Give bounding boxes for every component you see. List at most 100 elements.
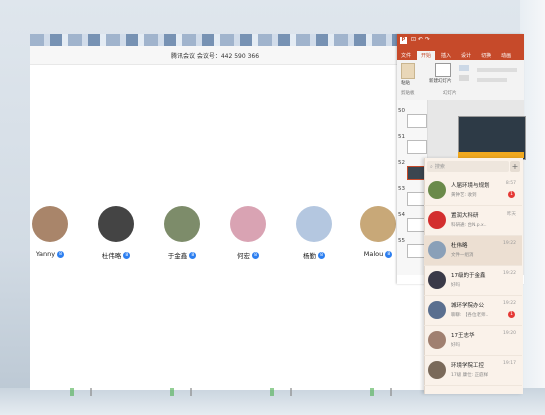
conversation-time: 8:57 xyxy=(505,181,516,186)
chat-search-placeholder: 搜索 xyxy=(434,164,445,170)
conversation-name: 置润大科研 xyxy=(451,213,479,219)
participant-name: Yanny xyxy=(35,250,56,258)
paste-icon[interactable] xyxy=(401,63,415,79)
conversation-name: 杜伟略 xyxy=(451,243,468,249)
conversation-time: 昨天 xyxy=(507,212,516,217)
participant-avatar xyxy=(360,206,396,242)
participant-name-row: 杜伟略 8 xyxy=(94,250,138,260)
conversation-avatar xyxy=(428,181,446,199)
participant-avatar xyxy=(32,206,68,242)
conversation-name: 城环学院办公 xyxy=(451,303,485,309)
participant-avatar xyxy=(98,206,134,242)
participant-name-row: Yanny 8 xyxy=(28,250,72,258)
participant-tile[interactable]: Malou 8 xyxy=(356,206,400,258)
participant-name: 杜伟略 xyxy=(101,252,122,260)
desktop-strip xyxy=(30,34,400,46)
participant-avatar xyxy=(296,206,332,242)
ribbon-tab[interactable]: 切换 xyxy=(477,51,495,60)
quick-access-icons[interactable]: ⊡ ↶ ↷ xyxy=(411,36,430,43)
conversation-name: 人届环境与规划 xyxy=(451,183,490,189)
conversation-preview: 聊聊: 【各位老师.. xyxy=(451,313,489,318)
participant-name-row: 杨勤 8 xyxy=(292,250,336,260)
participant-badge-icon: 8 xyxy=(318,251,325,259)
conversation-item[interactable]: 城环学院办公 聊聊: 【各位老师.. 19:22 1 xyxy=(424,296,522,326)
conversation-item[interactable]: 杜伟略文件一组消 19:22 xyxy=(424,236,522,266)
meeting-toolbar xyxy=(30,388,425,396)
participant-name-row: 何宏 8 xyxy=(226,250,270,260)
font-format-row[interactable] xyxy=(477,78,507,82)
unread-badge: 1 xyxy=(508,191,515,198)
participant-tile[interactable]: 杨勤 8 xyxy=(292,206,336,260)
participant-badge-icon: 8 xyxy=(57,250,65,258)
ribbon-tab[interactable]: 插入 xyxy=(437,51,455,60)
participant-tile[interactable]: 杜伟略 8 xyxy=(94,206,138,260)
conversation-name: 环境学院工控 xyxy=(451,363,485,369)
participant-name: 杨勤 xyxy=(303,252,316,260)
new-slide-label[interactable]: 新建幻灯片 xyxy=(429,78,455,84)
participant-avatar xyxy=(164,206,200,242)
conversation-avatar xyxy=(428,211,446,229)
chat-search-box[interactable]: ⌕ 搜索 xyxy=(427,161,509,172)
participant-tile[interactable]: 于金鑫 8 xyxy=(160,206,204,260)
ribbon-tab[interactable]: 文件 xyxy=(397,51,415,60)
conversation-time: 19:22 xyxy=(503,241,516,246)
conversation-preview: 文件一组消 xyxy=(451,253,474,258)
paste-label[interactable]: 粘贴 xyxy=(401,80,410,86)
ribbon-tab[interactable]: 设计 xyxy=(457,51,475,60)
participant-name-row: Malou 8 xyxy=(356,250,400,258)
layout-icon[interactable] xyxy=(459,65,469,71)
reset-icon[interactable] xyxy=(459,75,469,81)
conversation-preview: 科研通: 台N.p.x.. xyxy=(451,223,487,228)
conversation-time: 19:20 xyxy=(503,331,516,336)
conversation-time: 19:17 xyxy=(503,361,516,366)
participant-name: 何宏 xyxy=(237,252,250,260)
participant-badge-icon: 8 xyxy=(385,250,393,258)
participant-tile[interactable]: Yanny 8 xyxy=(28,206,72,258)
ribbon-tabs: 文件 开始 插入 设计 切换 动画 xyxy=(397,48,524,60)
slide-thumbnail[interactable] xyxy=(407,140,427,154)
conversation-time: 19:22 xyxy=(503,271,516,276)
ribbon-tab[interactable]: 开始 xyxy=(417,51,436,60)
conversation-item[interactable]: 环境学院工控 17级 康仕: 正庭样 19:17 xyxy=(424,356,522,386)
conversation-avatar xyxy=(428,241,446,259)
conversation-item[interactable]: 17级的于金鑫 好吗 19:22 xyxy=(424,266,522,296)
slide-number: 55 xyxy=(398,238,405,244)
clipboard-group-label: 剪贴板 xyxy=(401,91,415,96)
participant-avatar xyxy=(230,206,266,242)
slide-number: 52 xyxy=(398,160,405,166)
participant-name: Malou xyxy=(363,250,384,258)
conversation-time: 19:22 xyxy=(503,301,516,306)
conversation-preview: 17级 康仕: 正庭样 xyxy=(451,373,489,378)
participant-name: 于金鑫 xyxy=(167,252,188,260)
slides-group-label: 幻灯片 xyxy=(443,91,457,96)
meeting-title: 腾讯会议 会议号：442 590 366 xyxy=(30,46,400,65)
conversation-item[interactable]: 人届环境与规划 黄钟艺: 收到 8:57 1 xyxy=(424,176,522,206)
participant-name-row: 于金鑫 8 xyxy=(160,250,204,260)
participant-tile[interactable]: 何宏 8 xyxy=(226,206,270,260)
conversation-avatar xyxy=(428,301,446,319)
participant-badge-icon: 8 xyxy=(252,251,259,259)
conversation-preview: 黄钟艺: 收到 xyxy=(451,193,477,198)
conversation-avatar xyxy=(428,331,446,349)
conversation-avatar xyxy=(428,361,446,379)
powerpoint-titlebar: P ⊡ ↶ ↷ xyxy=(397,34,524,48)
conversation-avatar xyxy=(428,271,446,289)
slide-thumbnail[interactable] xyxy=(407,114,427,128)
ribbon-tab[interactable]: 动画 xyxy=(497,51,515,60)
search-icon: ⌕ xyxy=(430,163,433,170)
font-box[interactable] xyxy=(477,68,517,72)
add-chat-button[interactable]: + xyxy=(510,161,520,172)
slide-number: 50 xyxy=(398,108,405,114)
slide-number: 51 xyxy=(398,134,405,140)
participant-badge-icon: 8 xyxy=(189,251,197,259)
conversation-preview: 好吗 xyxy=(451,283,460,288)
slide-number: 53 xyxy=(398,186,405,192)
conversation-preview: 好吗 xyxy=(451,343,460,348)
new-slide-icon[interactable] xyxy=(435,63,451,77)
conversation-item[interactable]: 置润大科研科研通: 台N.p.x.. 昨天 xyxy=(424,206,522,236)
conversation-name: 17级的于金鑫 xyxy=(451,273,486,279)
unread-badge: 1 xyxy=(508,311,515,318)
conversation-item[interactable]: 17王志华好吗 19:20 xyxy=(424,326,522,356)
participant-badge-icon: 8 xyxy=(123,251,131,259)
conversation-name: 17王志华 xyxy=(451,333,475,339)
